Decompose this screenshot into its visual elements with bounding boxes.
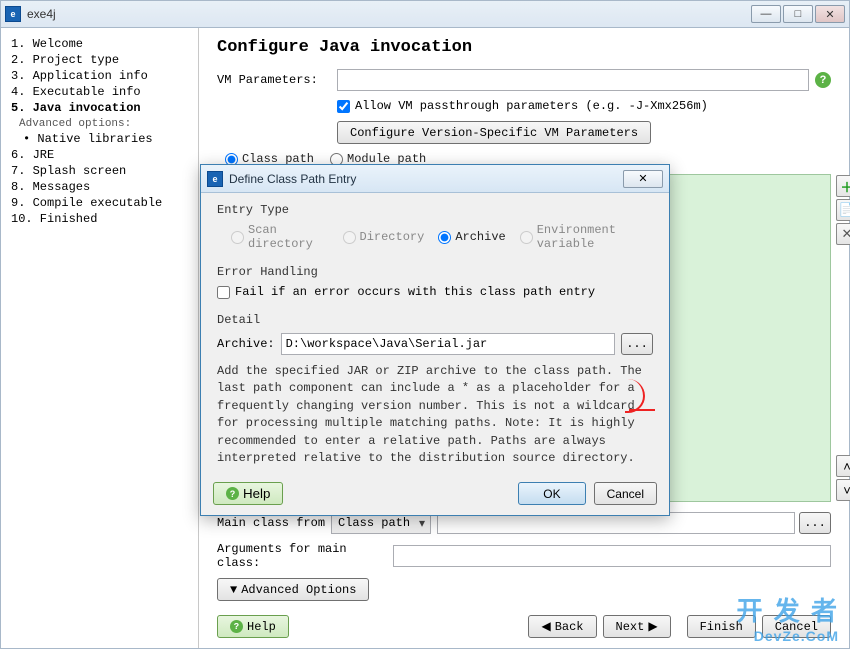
browse-main-class-button[interactable]: ... <box>799 512 831 534</box>
add-entry-button[interactable]: ＋ <box>836 175 850 197</box>
directory-label: Directory <box>360 230 425 244</box>
window-buttons: — □ ✕ <box>749 5 845 23</box>
archive-field-label: Archive: <box>217 337 275 351</box>
back-button[interactable]: ◀ Back <box>528 615 596 638</box>
step-exec-info[interactable]: 4. Executable info <box>1 84 198 100</box>
edit-entry-button[interactable]: 📄 <box>836 199 850 221</box>
args-label: Arguments for main class: <box>217 542 393 570</box>
dialog-ok-button[interactable]: OK <box>518 482 585 505</box>
close-button[interactable]: ✕ <box>815 5 845 23</box>
advanced-options-label: Advanced options: <box>1 116 198 131</box>
step-jre[interactable]: 6. JRE <box>1 147 198 163</box>
dialog-cancel-button[interactable]: Cancel <box>594 482 657 505</box>
scan-dir-radio <box>231 231 244 244</box>
next-button[interactable]: Next ▶ <box>603 615 671 638</box>
args-input[interactable] <box>393 545 831 567</box>
entry-type-label: Entry Type <box>217 203 653 217</box>
dialog-icon: e <box>207 171 223 187</box>
step-app-info[interactable]: 3. Application info <box>1 68 198 84</box>
error-handling-label: Error Handling <box>217 265 653 279</box>
dialog-close-button[interactable]: ✕ <box>623 170 663 188</box>
window-titlebar: e exe4j — □ ✕ <box>0 0 850 28</box>
fail-on-error-label: Fail if an error occurs with this class … <box>235 285 595 299</box>
help-button[interactable]: Help <box>217 615 289 638</box>
fail-on-error-checkbox[interactable] <box>217 286 230 299</box>
dev-watermark: 开 发 者 DevZe.CoM <box>737 591 839 644</box>
step-project-type[interactable]: 2. Project type <box>1 52 198 68</box>
allow-passthrough-checkbox[interactable] <box>337 100 350 113</box>
step-messages[interactable]: 8. Messages <box>1 179 198 195</box>
maximize-button[interactable]: □ <box>783 5 813 23</box>
detail-label: Detail <box>217 313 653 327</box>
help-icon[interactable]: ? <box>815 72 831 88</box>
envvar-label: Environment variable <box>537 223 653 251</box>
minimize-button[interactable]: — <box>751 5 781 23</box>
dialog-help-button[interactable]: Help <box>213 482 283 505</box>
advanced-options-button[interactable]: ▼ Advanced Options <box>217 578 369 601</box>
step-welcome[interactable]: 1. Welcome <box>1 36 198 52</box>
app-icon: e <box>5 6 21 22</box>
step-compile[interactable]: 9. Compile executable <box>1 195 198 211</box>
scan-dir-label: Scan directory <box>248 223 329 251</box>
remove-entry-button[interactable]: ✕ <box>836 223 850 245</box>
step-java-invocation[interactable]: 5. Java invocation <box>1 100 198 116</box>
define-classpath-dialog: e Define Class Path Entry ✕ Entry Type S… <box>200 164 670 516</box>
detail-help-text: Add the specified JAR or ZIP archive to … <box>217 363 653 467</box>
adv-native-libraries[interactable]: Native libraries <box>1 131 198 147</box>
window-title: exe4j <box>27 7 749 21</box>
vm-params-label: VM Parameters: <box>217 73 337 87</box>
browse-archive-button[interactable]: ... <box>621 333 653 355</box>
archive-radio-label: Archive <box>455 230 505 244</box>
step-splash[interactable]: 7. Splash screen <box>1 163 198 179</box>
archive-path-input[interactable] <box>281 333 615 355</box>
move-down-button[interactable]: ˅ <box>836 479 850 501</box>
directory-radio <box>343 231 356 244</box>
page-title: Configure Java invocation <box>217 38 831 57</box>
move-up-button[interactable]: ˄ <box>836 455 850 477</box>
dialog-title: Define Class Path Entry <box>229 172 623 186</box>
allow-passthrough-label: Allow VM passthrough parameters (e.g. -J… <box>355 99 708 113</box>
wizard-sidebar: 1. Welcome 2. Project type 3. Applicatio… <box>1 28 199 648</box>
main-class-label: Main class from <box>217 516 325 530</box>
step-finished[interactable]: 10. Finished <box>1 211 198 227</box>
vm-params-input[interactable] <box>337 69 809 91</box>
annotation-tail <box>629 409 655 411</box>
configure-vm-button[interactable]: Configure Version-Specific VM Parameters <box>337 121 651 144</box>
envvar-radio <box>520 231 533 244</box>
archive-radio[interactable] <box>438 231 451 244</box>
